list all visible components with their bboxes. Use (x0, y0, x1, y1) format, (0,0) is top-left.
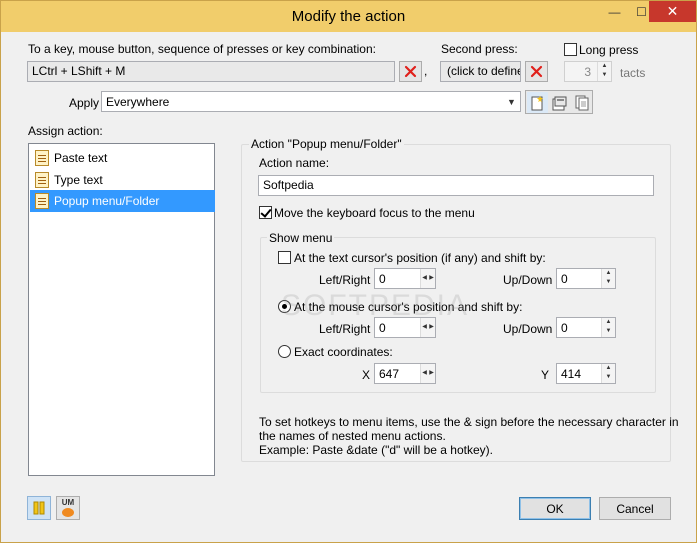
spinner-value: 0 (561, 272, 568, 286)
um-icon (62, 508, 74, 517)
tacts-label: tacts (620, 66, 646, 80)
title-bar[interactable]: Modify the action — ☐ ✕ (1, 1, 696, 32)
comma-separator: , (424, 64, 428, 78)
watermark: SOFTPEDIA (281, 289, 470, 322)
list-item-label: Paste text (54, 151, 108, 165)
tacts-value: 3 (584, 65, 591, 79)
popup-menu-icon (35, 193, 49, 209)
x-label: X (362, 368, 371, 382)
red-x-icon (530, 65, 543, 78)
spin-buttons[interactable]: ▲ ▼ (601, 269, 615, 288)
assign-action-list[interactable]: Paste text Type text Popup menu/Folder (28, 143, 215, 476)
second-press-field[interactable]: (click to define) (440, 61, 521, 82)
show-menu-title: Show menu (267, 231, 335, 245)
hint-line-1: To set hotkeys to menu items, use the & … (259, 415, 679, 429)
minimize-button[interactable]: — (601, 1, 628, 22)
clear-second-press-button[interactable] (525, 61, 548, 82)
x-coordinate-spinner[interactable]: 647 ◀ ▶ (374, 363, 436, 384)
red-x-icon (404, 65, 417, 78)
type-text-icon (35, 172, 49, 188)
mouse-cursor-up-down-spinner[interactable]: 0 ▲ ▼ (556, 317, 616, 338)
left-right-label: Left/Right (319, 322, 371, 336)
move-focus-checkbox[interactable] (259, 206, 272, 219)
pause-icon (33, 501, 45, 515)
action-name-input[interactable]: Softpedia (258, 175, 654, 196)
spin-buttons[interactable]: ◀ ▶ (420, 269, 435, 288)
list-item-label: Popup menu/Folder (54, 194, 160, 208)
long-press-checkbox[interactable] (564, 43, 577, 56)
apply-select[interactable]: Everywhere ▼ (101, 91, 521, 112)
spinner-value: 0 (379, 321, 386, 335)
spinner-value: 647 (379, 367, 400, 381)
y-coordinate-spinner[interactable]: 414 ▲ ▼ (556, 363, 616, 384)
text-cursor-left-right-spinner[interactable]: 0 ◀ ▶ (374, 268, 436, 289)
left-right-label: Left/Right (319, 273, 371, 287)
list-item[interactable]: Paste text (30, 147, 215, 169)
paste-text-icon (35, 150, 49, 166)
tacts-spinner[interactable]: 3 ▲ ▼ (564, 61, 612, 82)
long-press-label: Long press (579, 43, 639, 57)
list-item[interactable]: Type text (30, 169, 215, 191)
move-focus-label: Move the keyboard focus to the menu (274, 206, 475, 220)
properties-icon[interactable] (549, 92, 570, 113)
um-button[interactable]: UM (56, 496, 80, 520)
um-icon-label: UM (61, 498, 75, 507)
text-cursor-up-down-spinner[interactable]: 0 ▲ ▼ (556, 268, 616, 289)
clear-key-button[interactable] (399, 61, 422, 82)
action-name-label: Action name: (259, 156, 330, 170)
cancel-button[interactable]: Cancel (599, 497, 671, 520)
spin-buttons[interactable]: ▲ ▼ (601, 318, 615, 337)
action-group-title: Action "Popup menu/Folder" (249, 137, 404, 151)
spinner-value: 414 (561, 367, 582, 381)
pause-button[interactable] (27, 496, 51, 520)
second-press-label: Second press: (441, 42, 518, 56)
text-cursor-label: At the text cursor's position (if any) a… (294, 251, 546, 265)
up-down-label: Up/Down (503, 322, 553, 336)
tacts-spin-buttons[interactable]: ▲ ▼ (597, 62, 611, 81)
exact-coordinates-radio[interactable] (278, 345, 291, 358)
new-icon[interactable] (527, 92, 548, 113)
ok-button[interactable]: OK (519, 497, 591, 520)
spin-buttons[interactable]: ◀ ▶ (420, 364, 435, 383)
apply-label: Apply (69, 96, 100, 110)
spinner-value: 0 (561, 321, 568, 335)
list-item-label: Type text (54, 173, 103, 187)
list-item[interactable]: Popup menu/Folder (30, 190, 215, 212)
window-title: Modify the action (291, 8, 406, 25)
text-cursor-checkbox[interactable] (278, 251, 291, 264)
assign-action-label: Assign action: (28, 124, 103, 138)
exact-coordinates-label: Exact coordinates: (294, 345, 393, 359)
copy-icon[interactable] (571, 92, 592, 113)
hint-line-2: the names of nested menu actions. (259, 429, 446, 443)
hint-line-3: Example: Paste &date ("d" will be a hotk… (259, 443, 493, 457)
apply-toolbar (525, 90, 593, 114)
y-label: Y (541, 368, 550, 382)
key-combination-field[interactable]: LCtrl + LShift + M (27, 61, 395, 82)
up-down-label: Up/Down (503, 273, 553, 287)
chevron-down-icon: ▼ (507, 96, 516, 107)
close-button[interactable]: ✕ (649, 1, 696, 22)
apply-select-value: Everywhere (106, 95, 170, 109)
spinner-value: 0 (379, 272, 386, 286)
key-combination-label: To a key, mouse button, sequence of pres… (28, 42, 376, 56)
dialog-window: Modify the action — ☐ ✕ To a key, mouse … (0, 0, 697, 543)
spin-buttons[interactable]: ▲ ▼ (601, 364, 615, 383)
